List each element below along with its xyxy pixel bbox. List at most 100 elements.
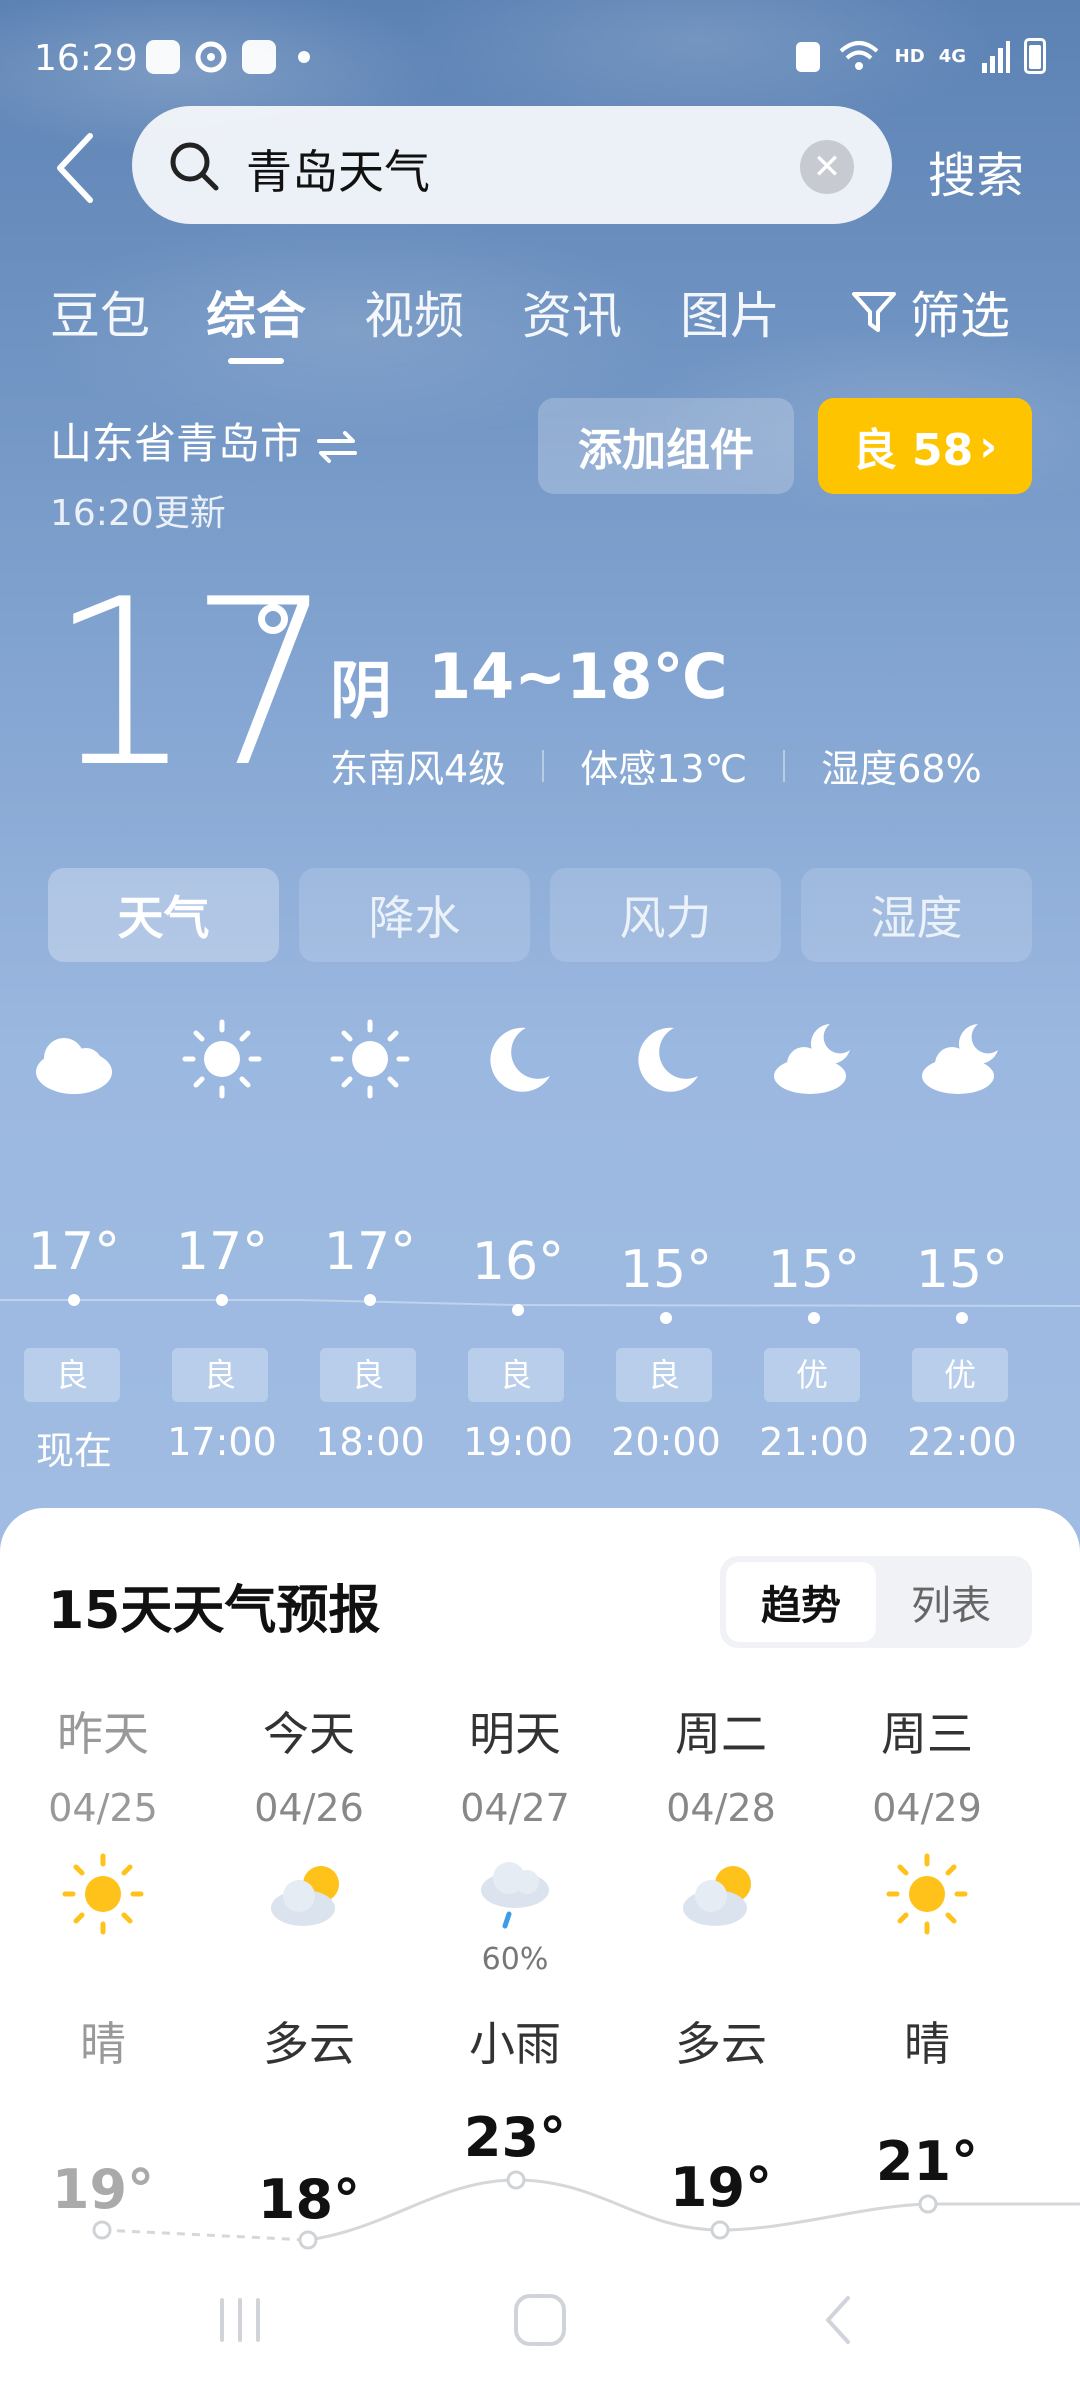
system-icons: HD 4G <box>793 38 1046 74</box>
wind: 东南风4级 <box>330 747 507 791</box>
hour-temp: 15° <box>915 1240 1009 1300</box>
day-column[interactable]: 周三 04/29 晴 21° <box>824 1698 1030 2193</box>
tab-overview[interactable]: 综合 <box>206 276 306 348</box>
day-date: 04/27 <box>460 1786 570 1830</box>
search-bar[interactable]: 青岛天气 ✕ <box>132 106 892 224</box>
hour-time: 17:00 <box>167 1420 277 1464</box>
day-date: 04/25 <box>48 1786 158 1830</box>
chevron-right-icon: › <box>979 420 998 472</box>
sun-icon <box>62 1853 144 1935</box>
hourly-forecast[interactable]: 17° 良 现在 17° 良 17:00 17° 良 18:00 16° 良 1… <box>0 1000 1080 1480</box>
hour-dot <box>808 1312 820 1324</box>
divider <box>542 749 545 782</box>
day-column[interactable]: 今天 04/26 多云 18° <box>206 1698 412 2231</box>
hd-indicator: HD <box>894 45 925 67</box>
cloud-icon <box>36 1038 112 1094</box>
filter-button[interactable]: 筛选 <box>850 276 1010 348</box>
toggle-list[interactable]: 列表 <box>876 1562 1026 1642</box>
day-condition: 晴 <box>904 2017 950 2071</box>
add-widget-button[interactable]: 添加组件 <box>538 398 794 494</box>
recycle-icon <box>795 42 820 72</box>
tab-news[interactable]: 资讯 <box>522 276 622 348</box>
moon-icon <box>638 1027 698 1092</box>
search-icon <box>170 142 219 191</box>
day-column[interactable]: 明天 04/27 60% 小雨 23° <box>412 1698 618 2169</box>
tab-video[interactable]: 视频 <box>364 276 464 348</box>
search-button[interactable]: 搜索 <box>928 136 1024 206</box>
current-condition: 阴 14~18℃ <box>330 640 728 730</box>
clear-search-button[interactable]: ✕ <box>800 140 854 194</box>
hour-temp: 17° <box>175 1222 269 1282</box>
tab-images[interactable]: 图片 <box>680 276 780 348</box>
hour-dot <box>216 1294 228 1306</box>
day-high-temp: 19° <box>51 2158 155 2221</box>
day-high-temp: 23° <box>463 2106 567 2169</box>
hour-time: 19:00 <box>463 1420 573 1464</box>
hour-dot <box>512 1304 524 1316</box>
status-bar: 16:29 HD 4G <box>0 0 1080 120</box>
filter-icon <box>852 292 896 332</box>
day-name: 昨天 <box>57 1707 149 1761</box>
day-condition: 晴 <box>80 2017 126 2071</box>
rain-cloud-icon <box>481 1862 549 1929</box>
hour-temp: 17° <box>323 1222 417 1282</box>
system-navigation-bar <box>0 2290 1080 2400</box>
temperature-range: 14~18℃ <box>428 640 728 713</box>
segment-wind[interactable]: 风力 <box>550 868 781 962</box>
back-icon[interactable] <box>810 2290 870 2350</box>
forecast-card: 15天天气预报 趋势 列表 昨天 04/25 晴 19° 今天 04/26 多云… <box>0 1508 1080 2400</box>
hour-aqi-badge: 良 <box>468 1348 564 1402</box>
location-switch[interactable]: 山东省青岛市 <box>50 410 359 471</box>
aqi-label: 良 58 <box>852 425 974 476</box>
back-arrow-icon[interactable] <box>48 128 108 208</box>
day-column[interactable]: 昨天 04/25 晴 19° <box>0 1698 206 2221</box>
day-date: 04/28 <box>666 1786 776 1830</box>
more-notifications-dot <box>298 51 310 63</box>
current-details: 东南风4级 体感13℃ 湿度68% <box>330 738 982 793</box>
day-condition: 小雨 <box>469 2017 561 2071</box>
hour-aqi-badge: 良 <box>172 1348 268 1402</box>
hour-dot <box>68 1294 80 1306</box>
wifi-icon <box>839 41 878 70</box>
notification-icon <box>146 40 180 74</box>
day-column[interactable]: 周二 04/28 多云 19° <box>618 1698 824 2219</box>
view-toggle: 趋势 列表 <box>720 1556 1032 1648</box>
hour-temp: 15° <box>767 1240 861 1300</box>
aqi-button[interactable]: 良 58 › <box>818 398 1032 494</box>
day-high-temp: 18° <box>257 2168 361 2231</box>
search-input[interactable]: 青岛天气 <box>246 136 430 202</box>
humidity: 湿度68% <box>821 747 982 791</box>
day-condition: 多云 <box>675 2017 767 2071</box>
forecast-title: 15天天气预报 <box>48 1581 381 1641</box>
tab-doubao[interactable]: 豆包 <box>50 276 150 348</box>
filter-label: 筛选 <box>910 287 1010 345</box>
segment-precipitation[interactable]: 降水 <box>299 868 530 962</box>
feels-like: 体感13℃ <box>580 747 748 791</box>
day-high-temp: 19° <box>669 2156 773 2219</box>
hour-aqi-badge: 良 <box>616 1348 712 1402</box>
precip-probability: 60% <box>481 1942 549 1977</box>
hour-dot <box>660 1312 672 1324</box>
hour-time: 22:00 <box>907 1420 1017 1464</box>
segment-humidity[interactable]: 湿度 <box>801 868 1032 962</box>
hour-aqi-badge: 优 <box>764 1348 860 1402</box>
home-icon[interactable] <box>510 2290 570 2350</box>
status-time: 16:29 <box>34 38 138 79</box>
network-type: 4G <box>938 45 966 67</box>
day-name: 今天 <box>263 1707 355 1761</box>
hour-aqi-badge: 良 <box>320 1348 416 1402</box>
hour-time: 20:00 <box>611 1420 721 1464</box>
hour-time: 21:00 <box>759 1420 869 1464</box>
hour-dot <box>364 1294 376 1306</box>
close-icon: ✕ <box>812 147 842 187</box>
divider <box>783 749 786 782</box>
toggle-trend[interactable]: 趋势 <box>726 1562 876 1642</box>
recent-apps-icon[interactable] <box>210 2290 270 2350</box>
hour-aqi-badge: 优 <box>912 1348 1008 1402</box>
day-date: 04/26 <box>254 1786 364 1830</box>
segment-weather[interactable]: 天气 <box>48 868 279 962</box>
sun-icon <box>886 1853 968 1935</box>
moon-cloud-icon <box>774 1024 850 1094</box>
sun-icon <box>330 1019 410 1099</box>
hour-temp: 15° <box>619 1240 713 1300</box>
